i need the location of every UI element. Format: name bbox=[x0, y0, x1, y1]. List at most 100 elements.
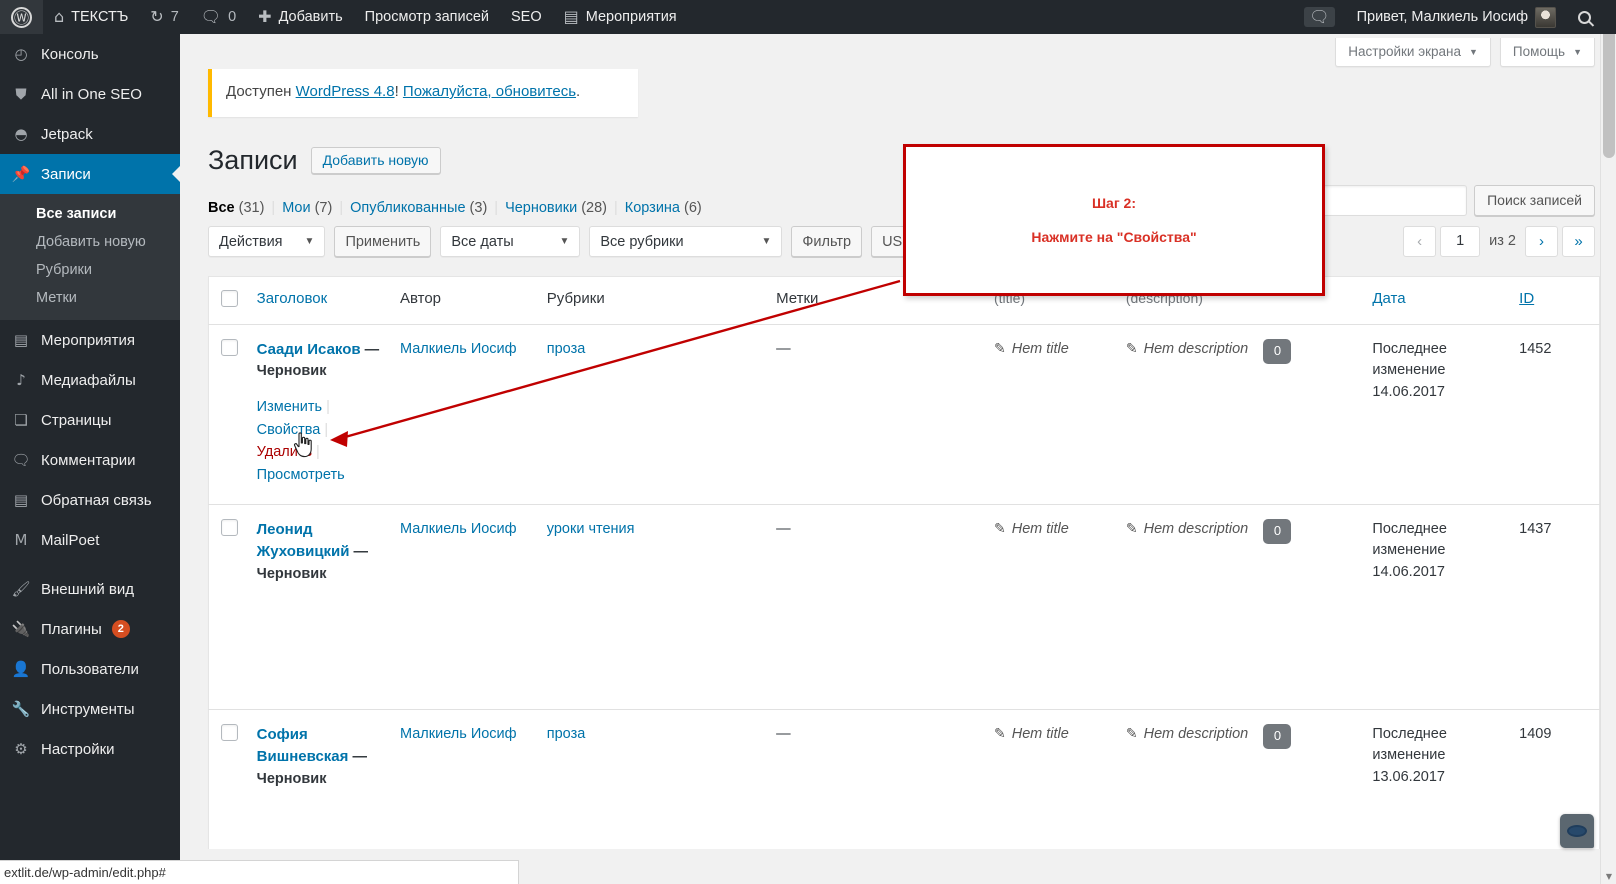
current-page-input[interactable]: 1 bbox=[1440, 225, 1481, 257]
post-date-value: 14.06.2017 bbox=[1372, 384, 1445, 401]
jetpack-icon: ◓ bbox=[14, 125, 28, 143]
sidebar-item-plugins[interactable]: 🔌 Плагины 2 bbox=[0, 609, 180, 649]
seo-description-value-wrap[interactable]: ✎ Нет description bbox=[1126, 519, 1254, 541]
view-trash-link[interactable]: Корзина bbox=[625, 200, 680, 216]
notice-prefix: Доступен bbox=[226, 83, 296, 100]
submenu-item-tags[interactable]: Метки bbox=[0, 284, 180, 312]
sidebar-item-settings[interactable]: ⚙ Настройки bbox=[0, 729, 180, 769]
row-action-edit[interactable]: Изменить bbox=[257, 399, 322, 415]
sort-date-link[interactable]: Дата bbox=[1372, 290, 1405, 307]
sort-id-link[interactable]: ID bbox=[1519, 290, 1534, 307]
date-filter-select[interactable]: Все даты ▼ bbox=[440, 226, 581, 258]
dashboard-icon: ◴ bbox=[14, 45, 28, 63]
seo-description-value-wrap[interactable]: ✎ Нет description bbox=[1126, 724, 1254, 746]
row-select-checkbox[interactable] bbox=[221, 723, 238, 741]
sidebar-item-tools[interactable]: 🔧 Инструменты bbox=[0, 689, 180, 729]
seo-description-value-wrap[interactable]: ✎ Нет description bbox=[1126, 339, 1254, 361]
post-author-link[interactable]: Малкиель Иосиф bbox=[400, 341, 517, 357]
please-update-link[interactable]: Пожалуйста, обновитесь bbox=[403, 83, 576, 100]
admin-bar-seo[interactable]: SEO bbox=[500, 0, 553, 34]
admin-bar-site-name[interactable]: ⌂ ТЕКСТЪ bbox=[43, 0, 139, 34]
bulk-actions-select[interactable]: Действия ▼ bbox=[208, 226, 326, 258]
vertical-scrollbar[interactable]: ▲ ▼ bbox=[1600, 0, 1616, 884]
comment-count-badge[interactable]: 0 bbox=[1263, 338, 1292, 364]
sidebar-item-all-in-one-seo[interactable]: ⛊ All in One SEO bbox=[0, 74, 180, 114]
wordpress-version-link[interactable]: WordPress 4.8 bbox=[296, 83, 395, 100]
select-all-checkbox[interactable] bbox=[221, 289, 238, 307]
seo-title-value-wrap[interactable]: ✎ Нет title bbox=[994, 724, 1116, 746]
view-published-link[interactable]: Опубликованные bbox=[350, 200, 465, 216]
row-checkbox-cell bbox=[209, 709, 257, 849]
row-select-checkbox[interactable] bbox=[221, 338, 238, 356]
row-title-cell: Леонид Жуховицкий — Черновик bbox=[256, 504, 400, 710]
comment-count-badge[interactable]: 0 bbox=[1263, 723, 1292, 749]
pencil-icon: ✎ bbox=[1125, 520, 1138, 537]
wordpress-logo-menu[interactable]: Ⓦ bbox=[0, 0, 43, 34]
screen-meta-links: Настройки экрана ▼ Помощь ▼ bbox=[1335, 38, 1595, 67]
apply-button[interactable]: Применить bbox=[334, 226, 432, 258]
post-author-link[interactable]: Малкиель Иосиф bbox=[400, 521, 517, 537]
admin-bar-comments[interactable]: 🗨 0 bbox=[190, 0, 247, 34]
chat-widget-button[interactable] bbox=[1560, 814, 1594, 848]
row-action-divider: | bbox=[320, 421, 329, 438]
admin-bar-notifications[interactable]: 🗨 bbox=[1293, 0, 1345, 34]
row-action-divider: | bbox=[322, 399, 330, 416]
screen-options-button[interactable]: Настройки экрана ▼ bbox=[1335, 38, 1491, 67]
sidebar-item-media[interactable]: ♪ Медиафайлы bbox=[0, 360, 180, 400]
row-checkbox-cell bbox=[208, 504, 257, 710]
post-author-link[interactable]: Малкиель Иосиф bbox=[400, 726, 517, 742]
sidebar-item-appearance[interactable]: 🖌 Внешний вид bbox=[0, 569, 180, 609]
submenu-item-add-new[interactable]: Добавить новую bbox=[0, 228, 180, 256]
submenu-item-all-posts[interactable]: Все записи bbox=[0, 200, 180, 228]
row-seo-title-cell: ✎ Нет title bbox=[993, 504, 1126, 710]
post-category-link[interactable]: уроки чтения bbox=[547, 521, 635, 537]
next-page-button[interactable]: › bbox=[1525, 225, 1558, 257]
post-title-link[interactable]: София Вишневская bbox=[257, 726, 349, 766]
post-category-link[interactable]: проза bbox=[547, 726, 586, 742]
sidebar-item-events[interactable]: ▤ Мероприятия bbox=[0, 320, 180, 360]
pencil-icon: ✎ bbox=[1125, 340, 1138, 357]
prev-page-button[interactable]: ‹ bbox=[1403, 225, 1437, 257]
last-page-button[interactable]: » bbox=[1562, 225, 1595, 257]
view-mine-link[interactable]: Мои bbox=[282, 200, 310, 216]
sidebar-item-jetpack[interactable]: ◓ Jetpack bbox=[0, 114, 180, 154]
post-id-value: 1452 bbox=[1519, 340, 1552, 357]
search-submit-button[interactable]: Поиск записей bbox=[1474, 184, 1595, 216]
scroll-down-arrow-icon[interactable]: ▼ bbox=[1601, 868, 1616, 884]
comment-count-badge[interactable]: 0 bbox=[1263, 518, 1292, 544]
admin-bar-search[interactable] bbox=[1567, 0, 1606, 34]
updates-count: 7 bbox=[170, 9, 179, 25]
sidebar-item-comments[interactable]: 🗨 Комментарии bbox=[0, 440, 180, 480]
help-button[interactable]: Помощь ▼ bbox=[1499, 38, 1595, 67]
sidebar-item-feedback[interactable]: ▤ Обратная связь bbox=[0, 480, 180, 520]
post-title-link[interactable]: Леонид Жуховицкий bbox=[257, 521, 350, 561]
admin-bar-view-posts[interactable]: Просмотр записей bbox=[354, 0, 500, 34]
admin-bar-my-account[interactable]: Привет, Малкиель Иосиф bbox=[1346, 0, 1567, 34]
view-drafts-link[interactable]: Черновики bbox=[505, 200, 577, 216]
submenu-item-categories[interactable]: Рубрики bbox=[0, 256, 180, 284]
post-category-link[interactable]: проза bbox=[547, 341, 586, 357]
sidebar-item-dashboard[interactable]: ◴ Консоль bbox=[0, 34, 180, 74]
filter-button[interactable]: Фильтр bbox=[791, 226, 863, 258]
view-all-link[interactable]: Все bbox=[208, 200, 235, 216]
row-select-checkbox[interactable] bbox=[221, 518, 238, 536]
admin-bar-events[interactable]: ▤ Мероприятия bbox=[553, 0, 688, 34]
admin-bar-new-content[interactable]: ✚ Добавить bbox=[247, 0, 354, 34]
post-status-label: Черновик bbox=[256, 771, 327, 788]
sidebar-item-users[interactable]: 👤 Пользователи bbox=[0, 649, 180, 689]
update-notice: Доступен WordPress 4.8! Пожалуйста, обно… bbox=[208, 69, 638, 117]
add-new-button[interactable]: Добавить новую bbox=[310, 146, 441, 174]
category-filter-select[interactable]: Все рубрики ▼ bbox=[589, 226, 783, 258]
row-action-view[interactable]: Просмотреть bbox=[257, 467, 345, 483]
sidebar-item-posts[interactable]: 📌 Записи bbox=[0, 154, 180, 194]
seo-title-value-wrap[interactable]: ✎ Нет title bbox=[994, 339, 1116, 361]
sidebar-item-pages[interactable]: ❏ Страницы bbox=[0, 400, 180, 440]
sidebar-item-mailpoet[interactable]: M MailPoet bbox=[0, 520, 180, 560]
sort-title-link[interactable]: Заголовок bbox=[257, 290, 328, 307]
scrollbar-thumb[interactable] bbox=[1603, 18, 1615, 158]
instruction-callout: Шаг 2: Нажмите на "Свойства" bbox=[903, 144, 1325, 296]
plus-icon: ✚ bbox=[258, 7, 272, 26]
post-title-link[interactable]: Саади Исаков bbox=[257, 341, 361, 358]
admin-bar-updates[interactable]: ↻ 7 bbox=[139, 0, 189, 34]
seo-title-value-wrap[interactable]: ✎ Нет title bbox=[994, 519, 1116, 541]
